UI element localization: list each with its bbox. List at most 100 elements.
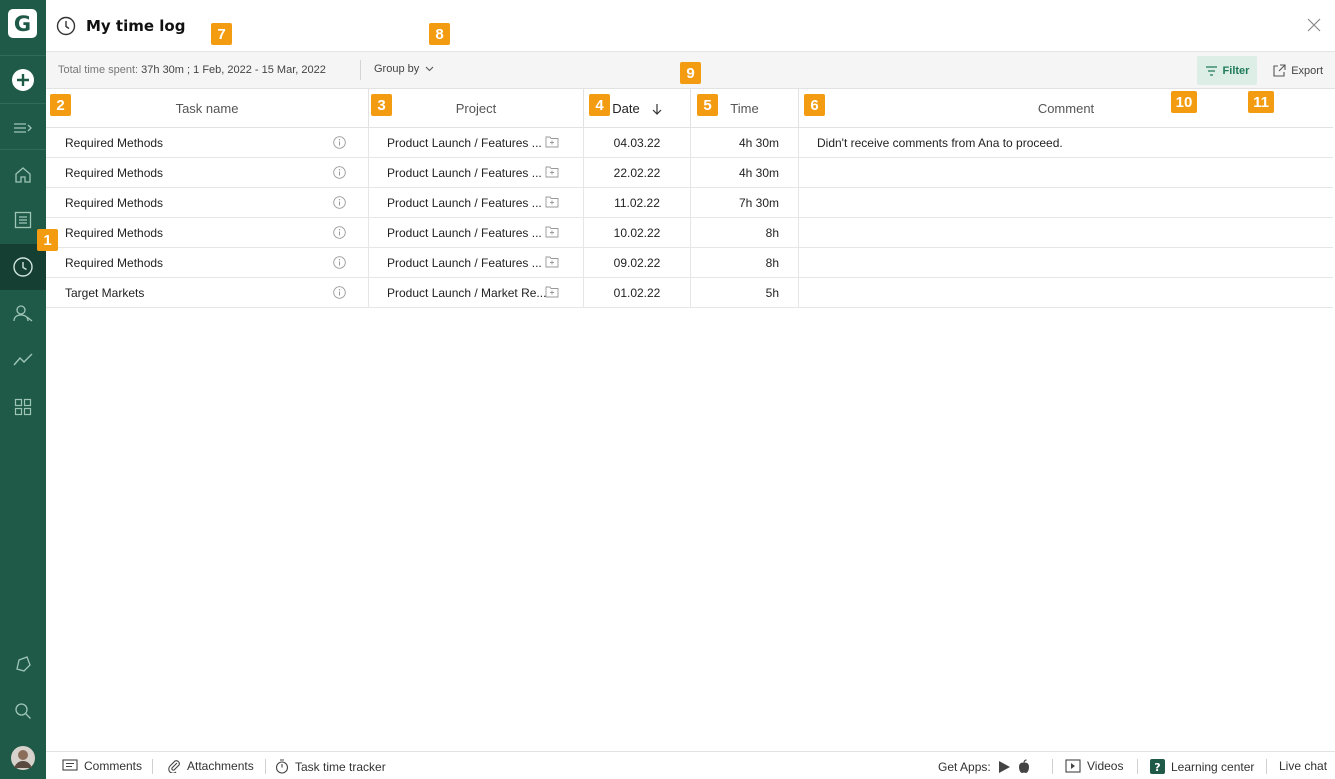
user-avatar[interactable] <box>0 735 46 779</box>
info-icon[interactable] <box>333 286 346 302</box>
column-task-name[interactable]: Task name <box>46 89 369 128</box>
project-cell[interactable]: Product Launch / Features ... <box>369 128 584 157</box>
table-row[interactable]: Target Markets Product Launch / Market Re… <box>46 278 1333 308</box>
folder-icon[interactable] <box>545 255 559 271</box>
date-cell[interactable]: 09.02.22 <box>584 248 691 277</box>
table-row[interactable]: Required Methods Product Launch / Feature… <box>46 248 1333 278</box>
table-row[interactable]: Required Methods Product Launch / Feature… <box>46 128 1333 158</box>
date-cell[interactable]: 10.02.22 <box>584 218 691 247</box>
task-name-cell[interactable]: Required Methods <box>46 128 369 157</box>
paperclip-icon <box>168 760 180 773</box>
videos-button[interactable]: Videos <box>1065 759 1123 773</box>
table-row[interactable]: Required Methods Product Launch / Feature… <box>46 188 1333 218</box>
column-project[interactable]: Project <box>369 89 584 128</box>
marker-badge: 10 <box>1171 91 1197 113</box>
comment-cell[interactable] <box>799 188 1333 217</box>
comment-icon <box>62 759 78 771</box>
project-cell[interactable]: Product Launch / Features ... <box>369 188 584 217</box>
apple-icon[interactable] <box>1017 759 1031 774</box>
comment-cell[interactable] <box>799 218 1333 247</box>
marker-badge: 1 <box>37 229 58 251</box>
task-time-tracker-button[interactable]: Task time tracker <box>275 759 386 774</box>
expand-menu-icon[interactable] <box>0 105 46 151</box>
folder-icon[interactable] <box>545 285 559 301</box>
video-icon <box>1065 759 1081 773</box>
project-cell[interactable]: Product Launch / Features ... <box>369 158 584 187</box>
time-cell[interactable]: 7h 30m <box>691 188 799 217</box>
comment-cell[interactable] <box>799 248 1333 277</box>
analytics-icon[interactable] <box>0 337 46 383</box>
folder-icon[interactable] <box>545 195 559 211</box>
live-chat-button[interactable]: Live chat <box>1279 759 1327 773</box>
date-range: 1 Feb, 2022 - 15 Mar, 2022 <box>193 64 326 76</box>
comment-cell[interactable]: Didn't receive comments from Ana to proc… <box>799 128 1333 157</box>
comments-button[interactable]: Comments <box>62 759 142 773</box>
task-name-cell[interactable]: Required Methods <box>46 188 369 217</box>
time-log-table: Task name Project Date Time Comment Requ… <box>46 89 1333 308</box>
info-icon[interactable] <box>333 196 346 212</box>
time-cell[interactable]: 8h <box>691 248 799 277</box>
marker-badge: 4 <box>589 94 610 116</box>
users-icon[interactable] <box>0 291 46 337</box>
group-by-dropdown[interactable]: Group by <box>374 63 434 75</box>
marker-badge: 8 <box>429 23 450 45</box>
time-cell[interactable]: 5h <box>691 278 799 307</box>
table-row[interactable]: Required Methods Product Launch / Feature… <box>46 218 1333 248</box>
filter-icon <box>1205 65 1217 76</box>
learning-center-button[interactable]: ? Learning center <box>1150 759 1254 774</box>
time-cell[interactable]: 4h 30m <box>691 128 799 157</box>
apps-grid-icon[interactable] <box>0 384 46 430</box>
close-icon[interactable] <box>1305 16 1323 34</box>
table-header: Task name Project Date Time Comment <box>46 89 1333 128</box>
task-name-cell[interactable]: Target Markets <box>46 278 369 307</box>
table-row[interactable]: Required Methods Product Launch / Feature… <box>46 158 1333 188</box>
info-icon[interactable] <box>333 226 346 242</box>
date-cell[interactable]: 11.02.22 <box>584 188 691 217</box>
search-icon[interactable] <box>0 688 46 734</box>
marker-badge: 7 <box>211 23 232 45</box>
folder-icon[interactable] <box>545 135 559 151</box>
marker-badge: 9 <box>680 62 701 84</box>
info-icon[interactable] <box>333 136 346 152</box>
comment-cell[interactable] <box>799 278 1333 307</box>
sidebar: G <box>0 0 46 779</box>
date-cell[interactable]: 01.02.22 <box>584 278 691 307</box>
time-cell[interactable]: 4h 30m <box>691 158 799 187</box>
clock-icon <box>56 16 76 39</box>
time-cell[interactable]: 8h <box>691 218 799 247</box>
date-cell[interactable]: 04.03.22 <box>584 128 691 157</box>
task-name-cell[interactable]: Required Methods <box>46 248 369 277</box>
project-cell[interactable]: Product Launch / Features ... <box>369 218 584 247</box>
export-icon <box>1273 63 1286 77</box>
notifications-icon[interactable] <box>0 641 46 687</box>
svg-text:G: G <box>14 12 31 36</box>
filter-button[interactable]: Filter <box>1197 56 1257 85</box>
stopwatch-icon <box>275 759 289 774</box>
folder-icon[interactable] <box>545 165 559 181</box>
help-icon: ? <box>1150 759 1165 774</box>
marker-badge: 11 <box>1248 91 1274 113</box>
attachments-button[interactable]: Attachments <box>167 759 254 773</box>
date-cell[interactable]: 22.02.22 <box>584 158 691 187</box>
info-icon[interactable] <box>333 256 346 272</box>
app-logo[interactable]: G <box>8 9 37 38</box>
page-header: My time log <box>46 0 1335 52</box>
project-cell[interactable]: Product Launch / Market Re... <box>369 278 584 307</box>
footer-bar: Comments Attachments Task time tracker G… <box>46 751 1335 779</box>
marker-badge: 6 <box>804 94 825 116</box>
time-summary: Total time spent: 37h 30m ; 1 Feb, 2022 … <box>58 64 326 76</box>
info-icon[interactable] <box>333 166 346 182</box>
total-time: 37h 30m ; <box>141 64 191 76</box>
get-apps: Get Apps: <box>938 759 1031 774</box>
task-name-cell[interactable]: Required Methods <box>46 218 369 247</box>
task-name-cell[interactable]: Required Methods <box>46 158 369 187</box>
folder-icon[interactable] <box>545 225 559 241</box>
project-cell[interactable]: Product Launch / Features ... <box>369 248 584 277</box>
page-title: My time log <box>86 17 186 35</box>
marker-badge: 3 <box>371 94 392 116</box>
home-icon[interactable] <box>0 152 46 198</box>
export-button[interactable]: Export <box>1272 56 1323 85</box>
comment-cell[interactable] <box>799 158 1333 187</box>
google-play-icon[interactable] <box>997 760 1011 774</box>
add-icon[interactable] <box>0 57 46 103</box>
